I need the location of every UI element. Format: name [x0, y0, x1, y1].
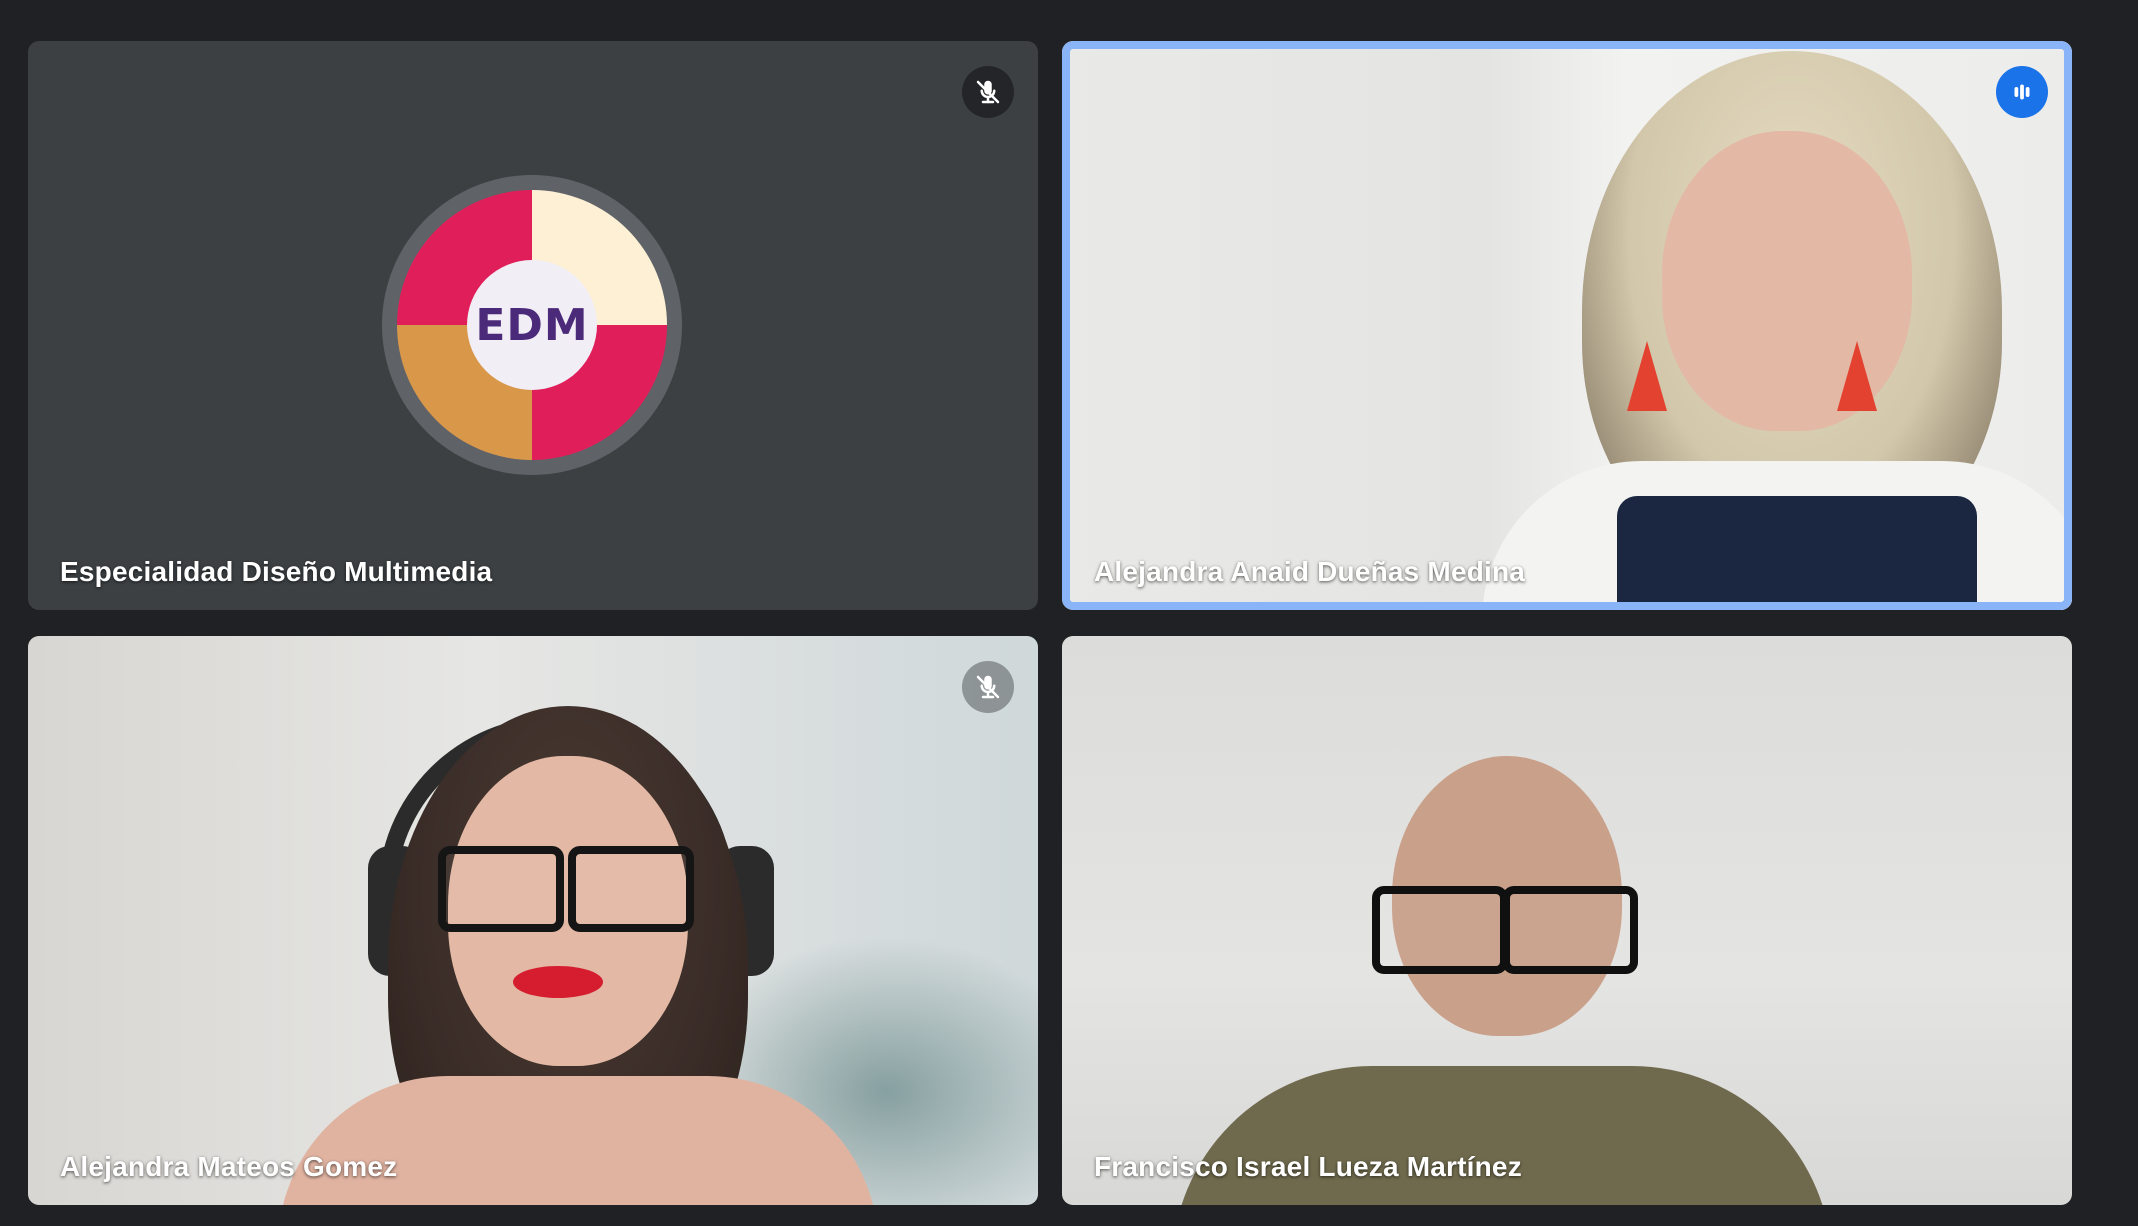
participant-name: Alejandra Anaid Dueñas Medina — [1094, 556, 1526, 587]
glasses-right-lens — [568, 846, 694, 932]
avatar-image: EDM — [397, 190, 667, 460]
mic-off-icon — [962, 66, 1014, 118]
participant-tile-4[interactable]: Francisco Israel Lueza Martínez — [1062, 636, 2072, 1205]
lips — [513, 966, 603, 998]
audio-level-icon — [1996, 66, 2048, 118]
avatar-initials: EDM — [467, 260, 597, 390]
meeting-grid: EDM Especialidad Diseño Multimedia Aleja… — [0, 0, 2138, 1226]
participant-name: Especialidad Diseño Multimedia — [60, 556, 493, 587]
glasses-left-lens — [438, 846, 564, 932]
glasses-right-lens — [1502, 886, 1638, 974]
participant-face — [1662, 131, 1912, 431]
participant-overalls — [1617, 496, 1977, 610]
participant-name: Alejandra Mateos Gomez — [60, 1151, 398, 1182]
participant-avatar: EDM — [382, 175, 682, 475]
participant-tile-3[interactable]: Alejandra Mateos Gomez — [28, 636, 1038, 1205]
participant-tile-1[interactable]: EDM Especialidad Diseño Multimedia — [28, 41, 1038, 610]
participant-shoulders — [278, 1076, 878, 1205]
mic-off-icon — [962, 661, 1014, 713]
participant-tile-2[interactable]: Alejandra Anaid Dueñas Medina — [1062, 41, 2072, 610]
glasses-left-lens — [1372, 886, 1508, 974]
participant-name: Francisco Israel Lueza Martínez — [1094, 1151, 1522, 1182]
